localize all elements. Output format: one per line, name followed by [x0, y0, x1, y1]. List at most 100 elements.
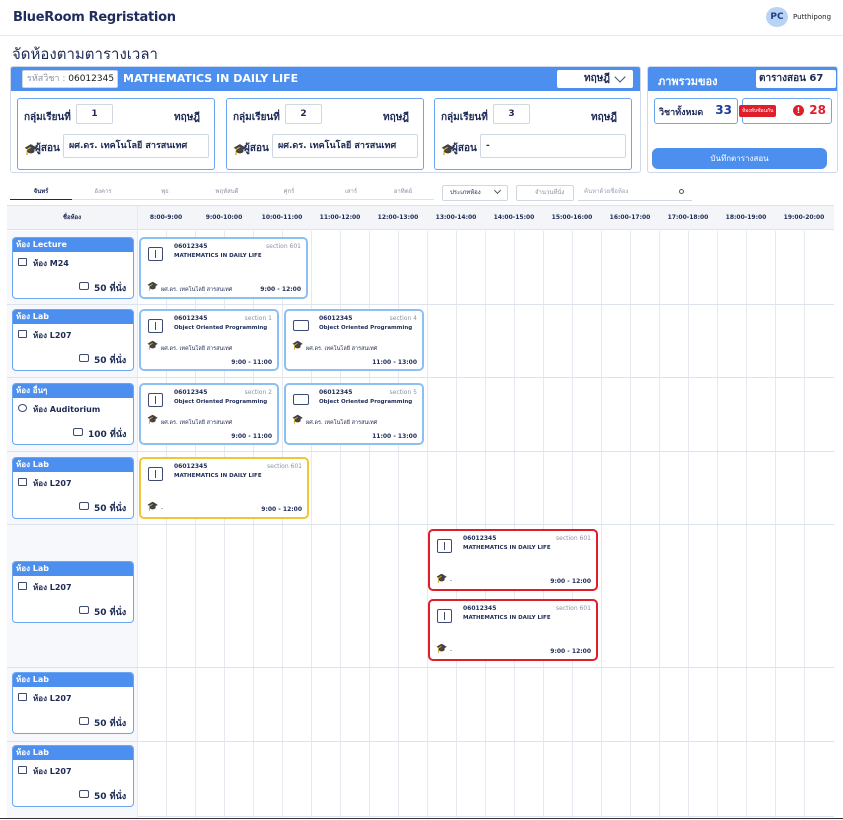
door-icon — [18, 258, 27, 266]
row-divider — [7, 304, 834, 305]
day-tab-thursday[interactable]: พฤหัสบดี — [196, 186, 258, 200]
class-time: 11:00 - 13:00 — [372, 359, 417, 366]
seat-icon — [79, 606, 89, 614]
class-code: 06012345 — [174, 243, 208, 250]
day-tab-monday[interactable]: จันทร์ — [10, 186, 72, 200]
class-time: 11:00 - 13:00 — [372, 433, 417, 440]
course-type-value: ทฤษฎี — [584, 73, 610, 84]
graduation-cap-icon: 🎓 — [292, 341, 304, 351]
section-card-2: กลุ่มเรียนที่ 2 ทฤษฎี 🎓 ผู้สอน ผศ.ดร. เท… — [226, 98, 424, 170]
class-block-conflict[interactable]: 06012345 section 601 MATHEMATICS IN DAIL… — [428, 599, 598, 661]
room-card[interactable]: ห้อง Lecture ห้อง M24 50 ที่นั่ง — [12, 237, 134, 299]
search-icon — [679, 189, 684, 194]
class-code: 06012345 — [319, 389, 353, 396]
class-section: section 4 — [389, 315, 417, 322]
class-block[interactable]: 06012345 section 5 Object Oriented Progr… — [284, 383, 424, 445]
seat-icon — [73, 428, 83, 436]
class-block-conflict[interactable]: 06012345 section 601 MATHEMATICS IN DAIL… — [428, 529, 598, 591]
user-name[interactable]: Putthipong — [793, 13, 831, 21]
class-name: MATHEMATICS IN DAILY LIFE — [174, 473, 262, 479]
course-name: MATHEMATICS IN DAILY LIFE — [123, 72, 299, 85]
time-header: 13:00-14:00 — [435, 214, 477, 221]
time-header: 10:00-11:00 — [261, 214, 303, 221]
class-block[interactable]: 06012345 section 601 MATHEMATICS IN DAIL… — [139, 237, 308, 299]
monitor-icon — [18, 582, 27, 590]
course-type-select[interactable]: ทฤษฎี — [557, 70, 633, 88]
room-name: ห้อง L207 — [33, 331, 72, 340]
room-seats: 50 ที่นั่ง — [94, 504, 127, 514]
room-name: ห้อง Auditorium — [33, 405, 101, 414]
class-block[interactable]: 06012345 section 1 Object Oriented Progr… — [139, 309, 279, 371]
room-seats: 50 ที่นั่ง — [94, 356, 127, 366]
app-logo[interactable]: BlueRoom Regristation — [13, 10, 176, 25]
room-card[interactable]: ห้อง Lab ห้อง L207 50 ที่นั่ง — [12, 561, 134, 623]
room-card[interactable]: ห้อง Lab ห้อง L207 50 ที่นั่ง — [12, 672, 134, 734]
room-type: ห้อง Lab — [13, 746, 133, 760]
time-header: 8:00-9:00 — [149, 214, 183, 221]
time-header: 15:00-16:00 — [551, 214, 593, 221]
room-type: ห้อง Lab — [13, 458, 133, 472]
class-time: 9:00 - 12:00 — [260, 286, 301, 293]
time-header: 12:00-13:00 — [377, 214, 419, 221]
row-divider — [7, 377, 834, 378]
section-type: ทฤษฎี — [174, 112, 200, 123]
class-name: Object Oriented Programming — [174, 399, 268, 405]
class-time: 9:00 - 11:00 — [231, 359, 272, 366]
teacher-field[interactable]: - — [480, 134, 626, 158]
course-header: รหัสวิชา : 06012345 MATHEMATICS IN DAILY… — [11, 67, 640, 91]
seat-icon — [79, 282, 89, 290]
room-seats: 50 ที่นั่ง — [94, 608, 127, 618]
class-name: Object Oriented Programming — [174, 325, 268, 331]
course-code-field[interactable]: รหัสวิชา : 06012345 — [22, 70, 118, 88]
save-schedule-button[interactable]: บันทึกตารางสอน — [652, 148, 827, 169]
room-search-input[interactable]: ค้นหาด้วยชื่อห้อง — [578, 185, 692, 201]
room-type: ห้อง Lecture — [13, 238, 133, 252]
day-tab-tuesday[interactable]: อังคาร — [72, 186, 134, 200]
class-teacher: ผศ.ดร. เทคโนโลยี สารสนเทศ — [306, 346, 378, 352]
day-tab-friday[interactable]: ศุกร์ — [258, 186, 320, 200]
class-section: section 601 — [266, 243, 301, 250]
class-block[interactable]: 06012345 section 4 Object Oriented Progr… — [284, 309, 424, 371]
room-card[interactable]: ห้อง Lab ห้อง L207 50 ที่นั่ง — [12, 457, 134, 519]
class-block[interactable]: 06012345 section 2 Object Oriented Progr… — [139, 383, 279, 445]
seat-filter-button[interactable]: จำนวนที่นั่ง — [516, 185, 574, 201]
book-icon — [437, 609, 452, 623]
section-type: ทฤษฎี — [591, 112, 617, 123]
room-card[interactable]: ห้อง Lab ห้อง L207 50 ที่นั่ง — [12, 309, 134, 371]
book-icon — [148, 393, 163, 407]
more-icon — [18, 404, 27, 412]
room-type-label: ประเภทห้อง — [450, 189, 481, 196]
class-teacher: - — [450, 648, 452, 654]
teacher-field[interactable]: ผศ.ดร. เทคโนโลยี สารสนเทศ — [272, 134, 418, 158]
room-seats: 50 ที่นั่ง — [94, 284, 127, 294]
section-number-input[interactable]: 1 — [76, 104, 113, 124]
seat-icon — [79, 790, 89, 798]
book-icon — [148, 467, 163, 481]
class-teacher: ผศ.ดร. เทคโนโลยี สารสนเทศ — [161, 420, 233, 426]
room-name: ห้อง L207 — [33, 694, 72, 703]
course-code-label: รหัสวิชา : — [27, 74, 66, 84]
room-type-select[interactable]: ประเภทห้อง — [442, 185, 508, 201]
time-header: 11:00-12:00 — [319, 214, 361, 221]
day-tab-wednesday[interactable]: พุธ — [134, 186, 196, 200]
schedule-select[interactable]: ตารางสอน 67 — [756, 70, 836, 88]
section-number-input[interactable]: 2 — [285, 104, 322, 124]
room-card[interactable]: ห้อง Lab ห้อง L207 50 ที่นั่ง — [12, 745, 134, 807]
monitor-icon — [18, 330, 27, 338]
conflict-box[interactable]: ห้องทับซ้อนกัน ! 28 — [739, 98, 832, 124]
section-card-1: กลุ่มเรียนที่ 1 ทฤษฎี 🎓 ผู้สอน ผศ.ดร. เท… — [17, 98, 215, 170]
teacher-label: ผู้สอน — [452, 143, 477, 154]
course-code-value: 06012345 — [68, 74, 115, 84]
book-icon — [437, 539, 452, 553]
class-teacher: ผศ.ดร. เทคโนโลยี สารสนเทศ — [306, 420, 378, 426]
day-tab-sunday[interactable]: อาทิตย์ — [372, 186, 434, 200]
section-number-input[interactable]: 3 — [493, 104, 530, 124]
time-header: 18:00-19:00 — [725, 214, 767, 221]
teacher-field[interactable]: ผศ.ดร. เทคโนโลยี สารสนเทศ — [63, 134, 209, 158]
room-column-header: ชื่อห้อง — [62, 214, 82, 221]
room-card[interactable]: ห้อง อื่นๆ ห้อง Auditorium 100 ที่นั่ง — [12, 383, 134, 445]
chevron-down-icon — [493, 186, 502, 195]
row-divider — [7, 524, 834, 525]
class-block-pending[interactable]: 06012345 section 601 MATHEMATICS IN DAIL… — [139, 457, 309, 519]
avatar[interactable]: PC — [766, 7, 788, 27]
